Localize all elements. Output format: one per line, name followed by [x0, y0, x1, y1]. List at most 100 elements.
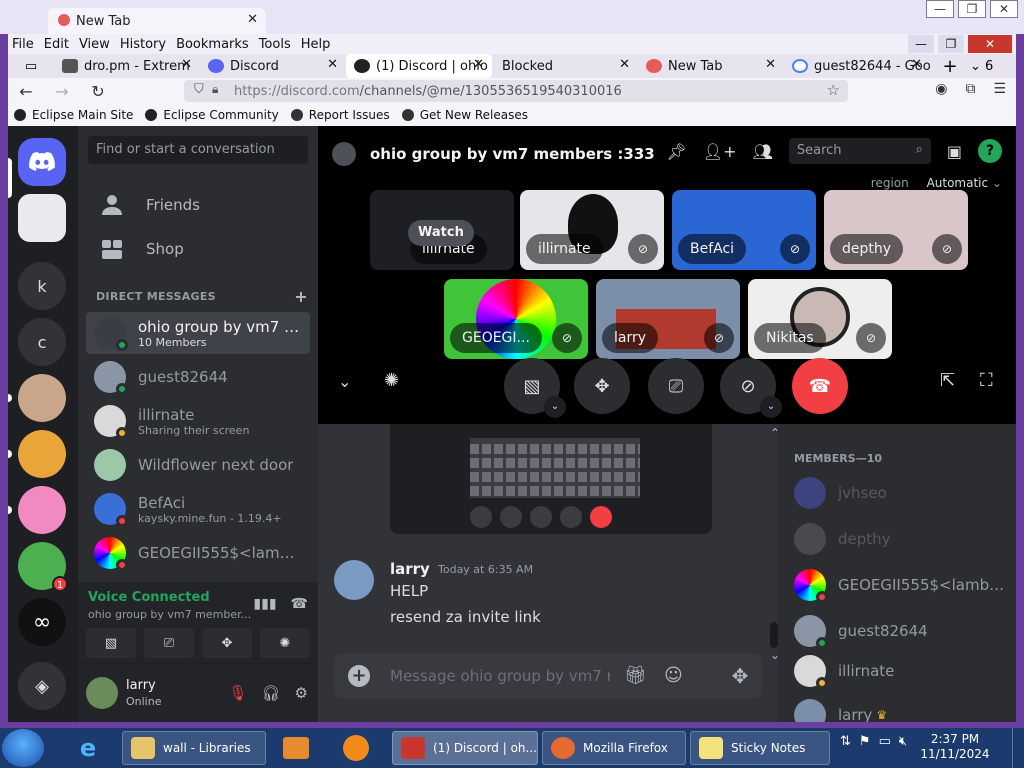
video-tile-geoegi[interactable]: GEOEGI... ⊘: [444, 279, 588, 359]
close-icon[interactable]: ✕: [247, 12, 258, 27]
outer-tab[interactable]: New Tab ✕: [48, 8, 266, 34]
soundboard-icon[interactable]: ✺: [384, 370, 399, 391]
maximize-icon[interactable]: ❐: [958, 0, 986, 18]
gear-icon[interactable]: ⚙: [295, 684, 308, 702]
end-call-button[interactable]: ☎: [792, 358, 848, 414]
activities-button[interactable]: ✥: [202, 628, 252, 658]
create-dm-icon[interactable]: +: [294, 287, 308, 306]
bookmark-report-issues[interactable]: Report Issues: [290, 108, 390, 122]
help-icon[interactable]: ?: [978, 139, 1002, 163]
region-selector[interactable]: region Automatic ⌄: [871, 176, 1002, 190]
bookmark-eclipse-community[interactable]: Eclipse Community: [145, 108, 279, 122]
apps-icon[interactable]: ✥: [718, 658, 762, 694]
tab-count[interactable]: ⌄ 6: [970, 59, 993, 74]
screen-share-button[interactable]: ⎚: [144, 628, 194, 658]
start-button[interactable]: [2, 729, 44, 767]
menu-file[interactable]: File: [12, 37, 34, 52]
extensions-icon[interactable]: ⧉: [965, 81, 975, 97]
camera-toggle-button[interactable]: ▧ ⌄: [504, 358, 566, 418]
avatar[interactable]: [86, 677, 118, 709]
video-tile-illirnate-stream[interactable]: illirnate Watch: [370, 190, 514, 270]
member-illirnate[interactable]: illirnate: [786, 650, 1008, 692]
video-tile-depthy[interactable]: depthy ⊘: [824, 190, 968, 270]
dm-item-befaci[interactable]: BefAci kaysky.mine.fun - 1.19.4+: [86, 488, 310, 530]
tab-dropm[interactable]: dro.pm - Extrem ✕: [54, 54, 200, 78]
tab-blocked[interactable]: Blocked ✕: [492, 54, 638, 78]
video-tile-nikitas[interactable]: Nikitas ⊘: [748, 279, 892, 359]
server-icon[interactable]: [18, 486, 66, 534]
member-depthy[interactable]: depthy: [786, 518, 1008, 560]
server-icon[interactable]: ∞: [18, 598, 66, 646]
close-icon[interactable]: ✕: [968, 35, 1012, 53]
mic-toggle-button[interactable]: ⊘ ⌄: [720, 358, 782, 418]
home-button[interactable]: [18, 138, 66, 186]
member-larry[interactable]: larry ♛: [786, 694, 1008, 722]
popout-icon[interactable]: ⇱: [940, 370, 955, 391]
uc-browser-icon[interactable]: [336, 732, 376, 764]
menu-icon[interactable]: ☰: [993, 81, 1006, 97]
network-icon[interactable]: ⇅: [840, 734, 851, 749]
members-icon[interactable]: 👥︎: [753, 142, 773, 161]
clock[interactable]: 2:37 PM 11/11/2024: [920, 732, 990, 762]
tab-google[interactable]: guest82644 - Goo ✕: [784, 54, 930, 78]
minimize-icon[interactable]: —: [908, 35, 934, 53]
close-icon[interactable]: ✕: [473, 57, 484, 72]
screen-share-button[interactable]: ⎚: [648, 358, 704, 414]
dm-item-illirnate[interactable]: illirnate Sharing their screen: [86, 400, 310, 442]
headphones-icon[interactable]: 🎧︎: [262, 684, 281, 702]
pin-icon[interactable]: 📌︎: [667, 142, 687, 161]
server-c[interactable]: c: [18, 318, 66, 366]
reload-icon[interactable]: ↻: [80, 82, 116, 101]
chevron-down-icon[interactable]: ⌄: [544, 396, 566, 418]
shop-nav[interactable]: Shop: [86, 228, 310, 270]
show-desktop-button[interactable]: [1012, 728, 1024, 768]
minimize-icon[interactable]: —: [926, 0, 954, 18]
new-tab-button[interactable]: +: [930, 56, 970, 77]
menu-bookmarks[interactable]: Bookmarks: [176, 37, 249, 52]
taskbar-sticky-notes[interactable]: Sticky Notes: [690, 731, 830, 765]
inbox-icon[interactable]: ▣: [947, 142, 962, 161]
menu-edit[interactable]: Edit: [44, 37, 69, 52]
dm-item-wildflower[interactable]: Wildflower next door: [86, 444, 310, 486]
signal-icon[interactable]: ▮▮▮: [253, 596, 276, 612]
stream-preview-image[interactable]: [390, 424, 712, 534]
close-icon[interactable]: ✕: [990, 0, 1018, 18]
server-vegans[interactable]: 1: [18, 542, 68, 592]
tab-discord[interactable]: Discord ✕: [200, 54, 346, 78]
chevron-down-icon[interactable]: ⌄: [338, 372, 351, 391]
maximize-icon[interactable]: ❐: [938, 35, 964, 53]
activities-button[interactable]: ✥: [574, 358, 630, 414]
message-input[interactable]: [390, 664, 610, 688]
avatar[interactable]: [334, 560, 374, 600]
monitor-icon[interactable]: ▭: [879, 734, 891, 749]
server-icon[interactable]: [18, 194, 66, 242]
forward-icon[interactable]: →: [44, 82, 80, 101]
server-icon[interactable]: [18, 430, 66, 478]
close-icon[interactable]: ✕: [765, 57, 776, 72]
flag-icon[interactable]: ⚑: [859, 734, 871, 749]
ie-icon[interactable]: e: [68, 732, 108, 764]
tab-new-tab[interactable]: New Tab ✕: [638, 54, 784, 78]
back-icon[interactable]: ←: [8, 82, 44, 101]
menu-tools[interactable]: Tools: [259, 37, 291, 52]
menu-help[interactable]: Help: [301, 37, 331, 52]
server-k[interactable]: k: [18, 262, 66, 310]
volume-muted-icon[interactable]: 🔇︎: [899, 734, 907, 749]
member-geoegii[interactable]: GEOEGII555$<lambd...: [786, 564, 1008, 606]
member-guest82644[interactable]: guest82644: [786, 610, 1008, 652]
tab-list-icon[interactable]: ▭: [8, 54, 54, 78]
media-player-icon[interactable]: [276, 732, 316, 764]
taskbar-discord[interactable]: (1) Discord | oh...: [392, 731, 538, 765]
close-icon[interactable]: ✕: [619, 57, 630, 72]
add-friend-icon[interactable]: 👤︎+: [703, 142, 737, 161]
close-icon[interactable]: ✕: [181, 57, 192, 72]
scrollbar[interactable]: [770, 622, 778, 648]
gift-icon[interactable]: 🎁︎: [624, 665, 647, 686]
call-search-input[interactable]: Search ⌕: [788, 138, 931, 164]
disconnect-icon[interactable]: ☎: [291, 596, 308, 612]
account-icon[interactable]: ◉: [935, 81, 947, 97]
close-icon[interactable]: ✕: [327, 57, 338, 72]
tab-discord-ohio[interactable]: (1) Discord | ohio ✕: [346, 54, 492, 78]
taskbar-libraries[interactable]: wall - Libraries: [122, 731, 266, 765]
menu-view[interactable]: View: [79, 37, 110, 52]
